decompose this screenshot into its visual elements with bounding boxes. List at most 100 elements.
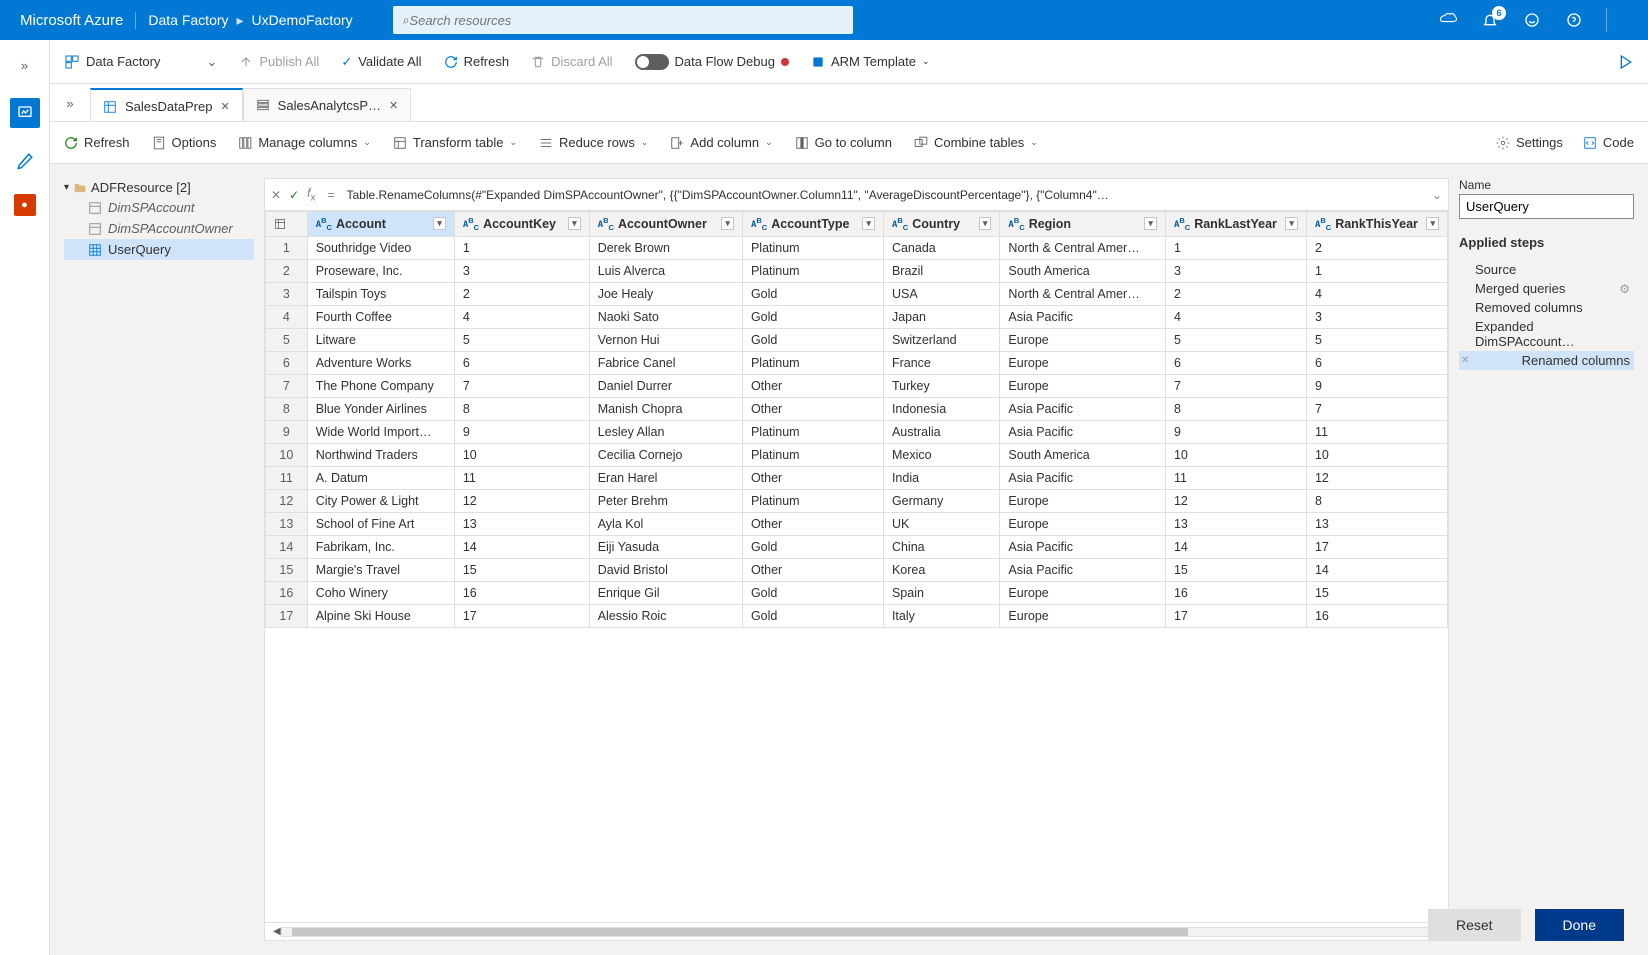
- applied-step[interactable]: Expanded DimSPAccount…: [1459, 317, 1634, 351]
- row-index[interactable]: 1: [266, 236, 308, 259]
- applied-step[interactable]: Renamed columns: [1459, 351, 1634, 370]
- table-cell[interactable]: Margie's Travel: [307, 558, 454, 581]
- help-icon[interactable]: [1564, 10, 1584, 30]
- table-cell[interactable]: 1: [1306, 259, 1447, 282]
- table-cell[interactable]: Fabrice Canel: [589, 351, 742, 374]
- column-header-country[interactable]: ABCCountry▾: [883, 212, 999, 237]
- column-header-account[interactable]: ABCAccount▾: [307, 212, 454, 237]
- refresh-button[interactable]: Refresh: [444, 54, 510, 69]
- table-cell[interactable]: 13: [1165, 512, 1306, 535]
- tabs-expand[interactable]: »: [50, 96, 90, 121]
- notifications-icon[interactable]: 6: [1480, 10, 1500, 30]
- row-index[interactable]: 7: [266, 374, 308, 397]
- table-cell[interactable]: Gold: [742, 604, 883, 627]
- row-index[interactable]: 11: [266, 466, 308, 489]
- table-cell[interactable]: Fourth Coffee: [307, 305, 454, 328]
- table-cell[interactable]: USA: [883, 282, 999, 305]
- horizontal-scrollbar[interactable]: ◀ ▶: [265, 922, 1448, 940]
- table-cell[interactable]: Other: [742, 466, 883, 489]
- table-cell[interactable]: UK: [883, 512, 999, 535]
- done-button[interactable]: Done: [1535, 909, 1624, 941]
- column-header-region[interactable]: ABCRegion▾: [1000, 212, 1166, 237]
- table-cell[interactable]: 7: [1165, 374, 1306, 397]
- table-cell[interactable]: Daniel Durrer: [589, 374, 742, 397]
- table-cell[interactable]: 4: [1306, 282, 1447, 305]
- table-cell[interactable]: Australia: [883, 420, 999, 443]
- table-cell[interactable]: Platinum: [742, 420, 883, 443]
- table-cell[interactable]: Fabrikam, Inc.: [307, 535, 454, 558]
- table-cell[interactable]: Japan: [883, 305, 999, 328]
- table-cell[interactable]: Other: [742, 374, 883, 397]
- close-tab-icon[interactable]: ✕: [220, 100, 229, 113]
- table-cell[interactable]: Asia Pacific: [1000, 305, 1166, 328]
- table-cell[interactable]: China: [883, 535, 999, 558]
- table-cell[interactable]: Other: [742, 558, 883, 581]
- table-cell[interactable]: 17: [454, 604, 589, 627]
- formula-commit-icon[interactable]: ✓: [289, 188, 299, 202]
- table-cell[interactable]: Cecilia Cornejo: [589, 443, 742, 466]
- run-button[interactable]: [1618, 54, 1634, 70]
- table-cell[interactable]: Peter Brehm: [589, 489, 742, 512]
- table-cell[interactable]: 15: [1306, 581, 1447, 604]
- search-input[interactable]: [409, 13, 842, 28]
- table-cell[interactable]: Gold: [742, 305, 883, 328]
- table-cell[interactable]: South America: [1000, 259, 1166, 282]
- table-cell[interactable]: Platinum: [742, 236, 883, 259]
- rail-monitor-icon[interactable]: [10, 98, 40, 128]
- qt-code[interactable]: Code: [1583, 135, 1634, 150]
- table-cell[interactable]: 3: [454, 259, 589, 282]
- resource-selector[interactable]: Data Factory ⌄: [64, 54, 217, 70]
- table-cell[interactable]: The Phone Company: [307, 374, 454, 397]
- table-cell[interactable]: North & Central Amer…: [1000, 282, 1166, 305]
- table-cell[interactable]: Turkey: [883, 374, 999, 397]
- table-cell[interactable]: David Bristol: [589, 558, 742, 581]
- table-cell[interactable]: Eiji Yasuda: [589, 535, 742, 558]
- grid-corner[interactable]: [266, 212, 308, 237]
- table-cell[interactable]: Mexico: [883, 443, 999, 466]
- table-cell[interactable]: Brazil: [883, 259, 999, 282]
- table-cell[interactable]: A. Datum: [307, 466, 454, 489]
- table-cell[interactable]: 8: [1306, 489, 1447, 512]
- validate-all-button[interactable]: ✓ Validate All: [341, 54, 421, 70]
- feedback-icon[interactable]: [1522, 10, 1542, 30]
- table-cell[interactable]: Derek Brown: [589, 236, 742, 259]
- tab-salesanalytics[interactable]: SalesAnalytcsP… ✕: [243, 88, 412, 121]
- table-cell[interactable]: Litware: [307, 328, 454, 351]
- row-index[interactable]: 5: [266, 328, 308, 351]
- publish-all-button[interactable]: Publish All: [239, 54, 319, 69]
- row-index[interactable]: 4: [266, 305, 308, 328]
- table-cell[interactable]: Proseware, Inc.: [307, 259, 454, 282]
- row-index[interactable]: 3: [266, 282, 308, 305]
- table-cell[interactable]: Coho Winery: [307, 581, 454, 604]
- table-cell[interactable]: 2: [1306, 236, 1447, 259]
- qt-refresh[interactable]: Refresh: [64, 135, 130, 150]
- table-cell[interactable]: Platinum: [742, 351, 883, 374]
- table-cell[interactable]: Other: [742, 397, 883, 420]
- table-cell[interactable]: Vernon Hui: [589, 328, 742, 351]
- table-cell[interactable]: 10: [454, 443, 589, 466]
- reset-button[interactable]: Reset: [1428, 909, 1521, 941]
- table-cell[interactable]: 9: [1306, 374, 1447, 397]
- table-cell[interactable]: Platinum: [742, 443, 883, 466]
- qt-transform-table[interactable]: Transform table⌄: [393, 135, 517, 150]
- qt-go-to-column[interactable]: Go to column: [795, 135, 892, 150]
- table-cell[interactable]: South America: [1000, 443, 1166, 466]
- qt-reduce-rows[interactable]: Reduce rows⌄: [539, 135, 648, 150]
- column-header-accounttype[interactable]: ABCAccountType▾: [742, 212, 883, 237]
- row-index[interactable]: 17: [266, 604, 308, 627]
- table-cell[interactable]: Gold: [742, 328, 883, 351]
- table-cell[interactable]: 7: [1306, 397, 1447, 420]
- row-index[interactable]: 9: [266, 420, 308, 443]
- rail-author-icon[interactable]: [10, 146, 40, 176]
- table-cell[interactable]: 12: [1165, 489, 1306, 512]
- table-cell[interactable]: Germany: [883, 489, 999, 512]
- table-cell[interactable]: 8: [1165, 397, 1306, 420]
- table-cell[interactable]: 11: [454, 466, 589, 489]
- table-cell[interactable]: 16: [1165, 581, 1306, 604]
- table-cell[interactable]: 4: [454, 305, 589, 328]
- table-cell[interactable]: Platinum: [742, 259, 883, 282]
- table-cell[interactable]: Europe: [1000, 604, 1166, 627]
- table-cell[interactable]: 16: [1306, 604, 1447, 627]
- table-cell[interactable]: Indonesia: [883, 397, 999, 420]
- table-cell[interactable]: Asia Pacific: [1000, 397, 1166, 420]
